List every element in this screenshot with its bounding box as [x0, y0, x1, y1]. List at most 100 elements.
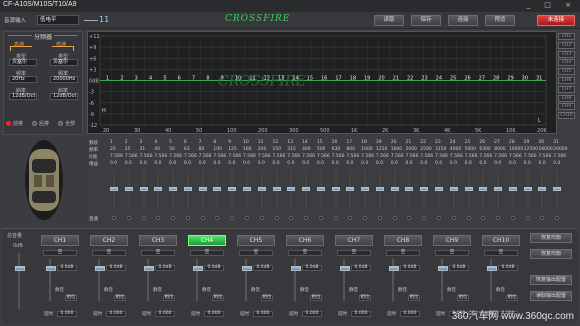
band-marker[interactable]: 8 [206, 76, 209, 82]
band-freq-input[interactable]: 4000 [450, 147, 461, 152]
band-q-input[interactable]: 7.566 [376, 154, 389, 159]
front-radio-icon[interactable] [6, 121, 11, 126]
band-bypass-toggle[interactable] [244, 216, 249, 220]
band-q-input[interactable]: 7.566 [538, 154, 551, 159]
channel-volume-knob[interactable] [46, 266, 56, 271]
band-gain-input[interactable]: 0.0 [509, 161, 516, 166]
band-gain-knob[interactable] [183, 187, 192, 191]
band-gain-slider[interactable] [110, 170, 118, 210]
band-freq-input[interactable]: 3150 [435, 147, 446, 152]
band-bypass-toggle[interactable] [318, 216, 323, 220]
connection-status[interactable]: 未连接 [537, 15, 575, 26]
band-gain-slider[interactable] [435, 170, 444, 210]
phase-button[interactable]: 相位 [65, 295, 77, 301]
band-bypass-toggle[interactable] [422, 216, 427, 220]
band-gain-slider[interactable] [302, 170, 311, 210]
band-freq-input[interactable]: 800 [346, 147, 355, 152]
band-q-input[interactable]: 7.566 [509, 154, 522, 159]
channel-volume-knob[interactable] [340, 266, 350, 271]
channel-volume-slider[interactable] [487, 259, 497, 301]
band-gain-slider[interactable] [287, 170, 296, 210]
band-gain-knob[interactable] [110, 187, 118, 191]
graph-channel-button[interactable]: CH5 [558, 68, 575, 76]
channel-volume-slider[interactable] [340, 259, 350, 301]
channel-select-button[interactable]: CH3 [139, 235, 177, 246]
band-gain-slider[interactable] [464, 170, 473, 210]
band-gain-slider[interactable] [420, 170, 429, 210]
channel-volume-value[interactable]: 0.0dB [449, 265, 469, 271]
band-gain-knob[interactable] [390, 187, 399, 191]
band-bypass-toggle[interactable] [200, 216, 205, 220]
mute-label[interactable]: 静音 [202, 287, 211, 293]
restore-eq-button-1[interactable]: 恢复均衡 [530, 233, 572, 243]
channel-volume-slider[interactable] [438, 259, 448, 301]
delay-value-input[interactable]: 0.000 [204, 311, 224, 317]
band-gain-slider[interactable] [538, 170, 547, 210]
band-q-input[interactable]: 7.566 [213, 154, 226, 159]
band-gain-knob[interactable] [154, 187, 163, 191]
band-gain-input[interactable]: 0.0 [494, 161, 501, 166]
band-bypass-toggle[interactable] [437, 216, 442, 220]
band-bypass-toggle[interactable] [540, 216, 545, 220]
phase-button[interactable]: 相位 [408, 295, 420, 301]
restore-output-config-button[interactable]: 恢复输出配置 [530, 275, 572, 285]
band-q-input[interactable]: 7.566 [199, 154, 212, 159]
mute-label[interactable]: 静音 [251, 287, 260, 293]
band-freq-input[interactable]: 125 [228, 147, 237, 152]
band-gain-input[interactable]: 0.0 [346, 161, 353, 166]
all-radio-icon[interactable] [58, 121, 63, 126]
band-marker[interactable]: 9 [221, 76, 224, 82]
band-bypass-toggle[interactable] [185, 216, 190, 220]
band-bypass-toggle[interactable] [525, 216, 530, 220]
band-gain-input[interactable]: 0.0 [538, 161, 545, 166]
band-freq-input[interactable]: 40 [154, 147, 160, 152]
channel-select-button[interactable]: CH6 [286, 235, 324, 246]
highpass-marker[interactable]: H [102, 108, 106, 114]
delay-value-input[interactable]: 0.000 [106, 311, 126, 317]
band-marker[interactable]: 4 [149, 76, 152, 82]
phase-button[interactable]: 相位 [359, 295, 371, 301]
band-freq-input[interactable]: 80 [199, 147, 205, 152]
channel-volume-slider[interactable] [46, 259, 56, 301]
band-gain-knob[interactable] [494, 187, 503, 191]
band-gain-input[interactable]: 0.0 [243, 161, 250, 166]
band-gain-input[interactable]: 0.0 [435, 161, 442, 166]
band-gain-slider[interactable] [124, 170, 133, 210]
band-freq-input[interactable]: 160 [243, 147, 252, 152]
band-freq-input[interactable]: 5000 [465, 147, 476, 152]
band-marker[interactable]: 12 [264, 76, 270, 82]
band-marker[interactable]: 13 [278, 76, 284, 82]
band-q-input[interactable]: 7.566 [243, 154, 256, 159]
band-bypass-toggle[interactable] [304, 216, 309, 220]
band-gain-input[interactable]: 0.0 [154, 161, 161, 166]
band-marker[interactable]: 23 [421, 76, 427, 82]
band-gain-slider[interactable] [242, 170, 251, 210]
channel-volume-value[interactable]: 0.0dB [498, 265, 518, 271]
read-output-config-button[interactable]: 读取输出配置 [530, 291, 572, 301]
channel-volume-value[interactable]: 0.0dB [106, 265, 126, 271]
band-bypass-toggle[interactable] [481, 216, 486, 220]
band-q-input[interactable]: 7.566 [258, 154, 271, 159]
band-freq-input[interactable]: 500 [317, 147, 326, 152]
band-marker[interactable]: 25 [450, 76, 456, 82]
channel-select-button[interactable]: CH1 [41, 235, 79, 246]
band-marker[interactable]: 19 [364, 76, 370, 82]
channel-volume-value[interactable]: 0.0dB [155, 265, 175, 271]
channel-volume-knob[interactable] [438, 266, 448, 271]
band-gain-input[interactable]: 0.0 [228, 161, 235, 166]
delay-value-input[interactable]: 0.000 [400, 311, 420, 317]
band-marker[interactable]: 24 [436, 76, 442, 82]
band-marker[interactable]: 28 [493, 76, 499, 82]
band-marker[interactable]: 7 [192, 76, 195, 82]
band-q-input[interactable]: 7.566 [435, 154, 448, 159]
band-q-input[interactable]: 7.566 [317, 154, 330, 159]
band-bypass-toggle[interactable] [171, 216, 176, 220]
band-gain-slider[interactable] [346, 170, 355, 210]
rear-radio-icon[interactable] [32, 121, 37, 126]
band-bypass-toggle[interactable] [274, 216, 279, 220]
channel-volume-slider[interactable] [95, 259, 105, 301]
band-gain-slider[interactable] [198, 170, 207, 210]
band-bypass-toggle[interactable] [392, 216, 397, 220]
band-gain-slider[interactable] [316, 170, 325, 210]
band-q-input[interactable]: 7.566 [332, 154, 345, 159]
